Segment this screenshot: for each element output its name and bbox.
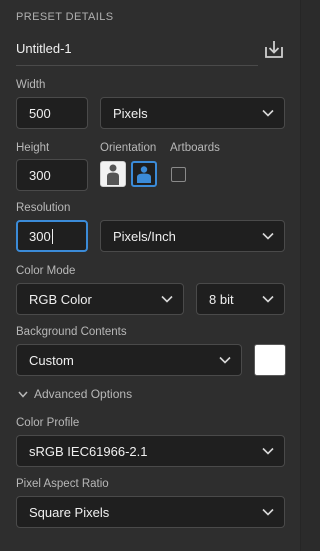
artboards-checkbox[interactable] xyxy=(171,167,186,182)
bit-depth-select[interactable]: 8 bit xyxy=(196,283,285,315)
preset-name-field[interactable]: Untitled-1 xyxy=(16,41,258,66)
color-mode-select[interactable]: RGB Color xyxy=(16,283,184,315)
background-contents-value: Custom xyxy=(29,352,74,368)
chevron-down-icon xyxy=(18,391,28,398)
orientation-label: Orientation xyxy=(100,142,157,154)
orientation-portrait-button[interactable] xyxy=(100,161,126,187)
chevron-down-icon xyxy=(262,232,274,240)
background-color-swatch[interactable] xyxy=(254,344,286,376)
save-preset-icon[interactable] xyxy=(263,38,285,60)
chevron-down-icon xyxy=(219,356,231,364)
width-input[interactable]: 500 xyxy=(16,97,88,129)
resolution-value: 300 xyxy=(29,228,51,244)
chevron-down-icon xyxy=(262,295,274,303)
chevron-down-icon xyxy=(262,109,274,117)
chevron-down-icon xyxy=(262,447,274,455)
color-profile-select[interactable]: sRGB IEC61966-2.1 xyxy=(16,435,285,467)
width-unit-select[interactable]: Pixels xyxy=(100,97,285,129)
advanced-options-toggle[interactable]: Advanced Options xyxy=(18,387,132,401)
color-mode-value: RGB Color xyxy=(29,291,92,307)
resolution-unit-value: Pixels/Inch xyxy=(113,228,176,244)
color-mode-label: Color Mode xyxy=(16,265,76,277)
portrait-person-icon xyxy=(107,164,119,185)
bit-depth-value: 8 bit xyxy=(209,291,234,307)
width-label: Width xyxy=(16,79,46,91)
landscape-person-icon xyxy=(137,166,151,183)
artboards-label: Artboards xyxy=(170,142,220,154)
pixel-aspect-ratio-select[interactable]: Square Pixels xyxy=(16,496,285,528)
advanced-options-label: Advanced Options xyxy=(34,387,133,401)
pixel-aspect-ratio-value: Square Pixels xyxy=(29,504,110,520)
color-profile-label: Color Profile xyxy=(16,417,80,429)
chevron-down-icon xyxy=(262,508,274,516)
pixel-aspect-ratio-label: Pixel Aspect Ratio xyxy=(16,478,109,490)
resolution-label: Resolution xyxy=(16,202,71,214)
resolution-unit-select[interactable]: Pixels/Inch xyxy=(100,220,285,252)
resolution-input[interactable]: 300 xyxy=(16,220,88,252)
preset-details-panel: PRESET DETAILS Untitled-1 Width 500 Pixe… xyxy=(0,0,301,551)
chevron-down-icon xyxy=(161,295,173,303)
height-label: Height xyxy=(16,142,50,154)
text-cursor xyxy=(51,228,53,244)
height-input[interactable]: 300 xyxy=(16,159,88,191)
panel-title: PRESET DETAILS xyxy=(16,11,114,23)
background-contents-select[interactable]: Custom xyxy=(16,344,242,376)
background-contents-label: Background Contents xyxy=(16,326,127,338)
width-unit-value: Pixels xyxy=(113,105,148,121)
color-profile-value: sRGB IEC61966-2.1 xyxy=(29,443,148,459)
orientation-landscape-button[interactable] xyxy=(131,161,157,187)
